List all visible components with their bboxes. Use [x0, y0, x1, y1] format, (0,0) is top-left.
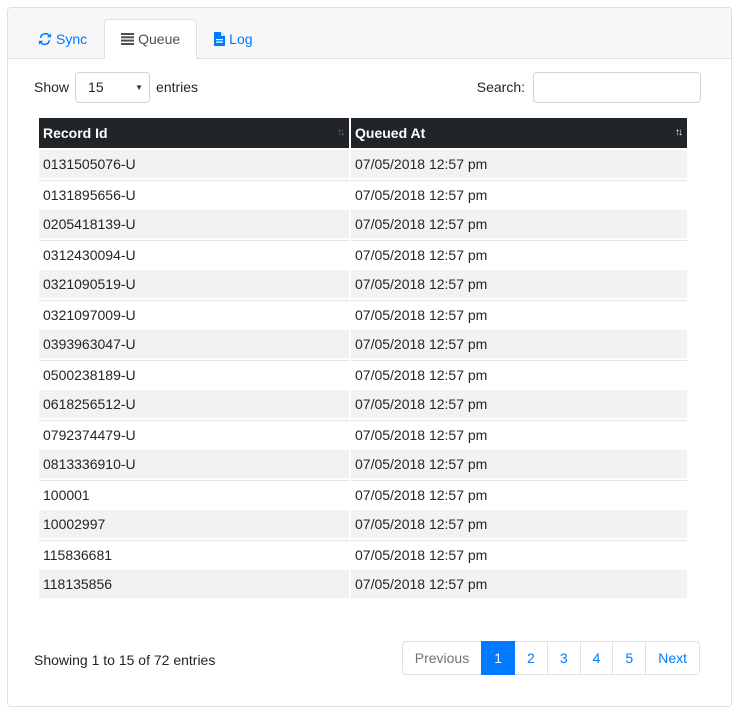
- record-id-cell: 0813336910-U: [39, 450, 349, 480]
- table-row[interactable]: 0792374479-U 07/05/2018 12:57 pm: [39, 420, 687, 450]
- table-row[interactable]: 0618256512-U 07/05/2018 12:57 pm: [39, 390, 687, 420]
- card-header: Sync Queue Log: [8, 8, 731, 59]
- page-button-4[interactable]: 4: [579, 641, 614, 675]
- previous-button[interactable]: Previous: [401, 641, 483, 675]
- table-row[interactable]: 0131505076-U 07/05/2018 12:57 pm: [39, 150, 687, 180]
- table-row[interactable]: 100001 07/05/2018 12:57 pm: [39, 480, 687, 510]
- page-button-5[interactable]: 5: [612, 641, 647, 675]
- record-id-cell: 118135856: [39, 570, 349, 600]
- queued-at-cell: 07/05/2018 12:57 pm: [351, 480, 687, 510]
- queued-at-cell: 07/05/2018 12:57 pm: [351, 180, 687, 210]
- length-suffix: entries: [156, 79, 199, 95]
- queue-table: Record Id ↑↓ Queued At ↑↓ 0131505076-U 07…: [37, 118, 689, 600]
- queued-at-cell: 07/05/2018 12:57 pm: [351, 420, 687, 450]
- queued-at-cell: 07/05/2018 12:57 pm: [351, 510, 687, 540]
- sort-icon: ↑↓: [675, 127, 683, 138]
- table-row[interactable]: 10002997 07/05/2018 12:57 pm: [39, 510, 687, 540]
- table-row[interactable]: 0393963047-U 07/05/2018 12:57 pm: [39, 330, 687, 360]
- tab-log[interactable]: Log: [197, 19, 269, 59]
- file-icon: [214, 32, 226, 46]
- record-id-cell: 0792374479-U: [39, 420, 349, 450]
- record-id-cell: 0618256512-U: [39, 390, 349, 420]
- tab-sync[interactable]: Sync: [21, 19, 104, 59]
- table-body: 0131505076-U 07/05/2018 12:57 pm 01318956…: [39, 150, 687, 600]
- table-row[interactable]: 0321097009-U 07/05/2018 12:57 pm: [39, 300, 687, 330]
- table-row[interactable]: 0131895656-U 07/05/2018 12:57 pm: [39, 180, 687, 210]
- record-id-cell: 0321097009-U: [39, 300, 349, 330]
- queued-at-cell: 07/05/2018 12:57 pm: [351, 360, 687, 390]
- column-label: Record Id: [43, 125, 108, 141]
- tab-queue-label: Queue: [138, 31, 181, 47]
- record-id-cell: 0131895656-U: [39, 180, 349, 210]
- table-controls: Show 15 ▼ entries Search:: [34, 71, 701, 103]
- queued-at-cell: 07/05/2018 12:57 pm: [351, 540, 687, 570]
- record-id-cell: 0205418139-U: [39, 210, 349, 240]
- page-button-2[interactable]: 2: [514, 641, 548, 675]
- column-header-record-id[interactable]: Record Id ↑↓: [39, 118, 349, 150]
- chevron-down-icon: ▼: [135, 82, 144, 92]
- search-label: Search:: [476, 79, 525, 95]
- queued-at-cell: 07/05/2018 12:57 pm: [351, 150, 687, 180]
- page-length-value: 15: [88, 79, 104, 95]
- table-row[interactable]: 0205418139-U 07/05/2018 12:57 pm: [39, 210, 687, 240]
- table-row[interactable]: 0500238189-U 07/05/2018 12:57 pm: [39, 360, 687, 390]
- record-id-cell: 10002997: [39, 510, 349, 540]
- page-button-3[interactable]: 3: [546, 641, 581, 675]
- length-control: Show 15 ▼ entries: [34, 71, 198, 103]
- tab-log-label: Log: [229, 31, 253, 47]
- sort-icon: ↑↓: [337, 127, 345, 138]
- page-button-1[interactable]: 1: [481, 641, 516, 675]
- list-icon: [121, 33, 135, 45]
- queued-at-cell: 07/05/2018 12:57 pm: [351, 450, 687, 480]
- record-id-cell: 0321090519-U: [39, 270, 349, 300]
- search-control: Search:: [477, 71, 701, 103]
- queued-at-cell: 07/05/2018 12:57 pm: [351, 300, 687, 330]
- table-row[interactable]: 0312430094-U 07/05/2018 12:57 pm: [39, 240, 687, 270]
- queued-at-cell: 07/05/2018 12:57 pm: [351, 240, 687, 270]
- queued-at-cell: 07/05/2018 12:57 pm: [351, 390, 687, 420]
- table-row[interactable]: 118135856 07/05/2018 12:57 pm: [39, 570, 687, 600]
- record-id-cell: 0131505076-U: [39, 150, 349, 180]
- column-header-queued-at[interactable]: Queued At ↑↓: [351, 118, 687, 150]
- record-id-cell: 0393963047-U: [39, 330, 349, 360]
- page-length-select[interactable]: 15 ▼: [75, 71, 151, 103]
- pagination: Previous 1 2 3 4 5 Next: [401, 641, 700, 675]
- record-id-cell: 0500238189-U: [39, 360, 349, 390]
- table-row[interactable]: 115836681 07/05/2018 12:57 pm: [39, 540, 687, 570]
- table-row[interactable]: 0321090519-U 07/05/2018 12:57 pm: [39, 270, 687, 300]
- table-row[interactable]: 0813336910-U 07/05/2018 12:57 pm: [39, 450, 687, 480]
- table-info: Showing 1 to 15 of 72 entries: [34, 652, 216, 668]
- queued-at-cell: 07/05/2018 12:57 pm: [351, 330, 687, 360]
- queued-at-cell: 07/05/2018 12:57 pm: [351, 270, 687, 300]
- column-label: Queued At: [355, 125, 426, 141]
- tab-bar: Sync Queue Log: [21, 19, 270, 59]
- search-input[interactable]: [533, 71, 701, 103]
- tab-queue[interactable]: Queue: [104, 19, 198, 59]
- record-id-cell: 0312430094-U: [39, 240, 349, 270]
- queued-at-cell: 07/05/2018 12:57 pm: [351, 210, 687, 240]
- record-id-cell: 115836681: [39, 540, 349, 570]
- tab-sync-label: Sync: [56, 31, 88, 47]
- next-button[interactable]: Next: [645, 641, 700, 675]
- record-id-cell: 100001: [39, 480, 349, 510]
- length-prefix: Show: [34, 79, 70, 95]
- queued-at-cell: 07/05/2018 12:57 pm: [351, 570, 687, 600]
- sync-icon: [38, 32, 52, 46]
